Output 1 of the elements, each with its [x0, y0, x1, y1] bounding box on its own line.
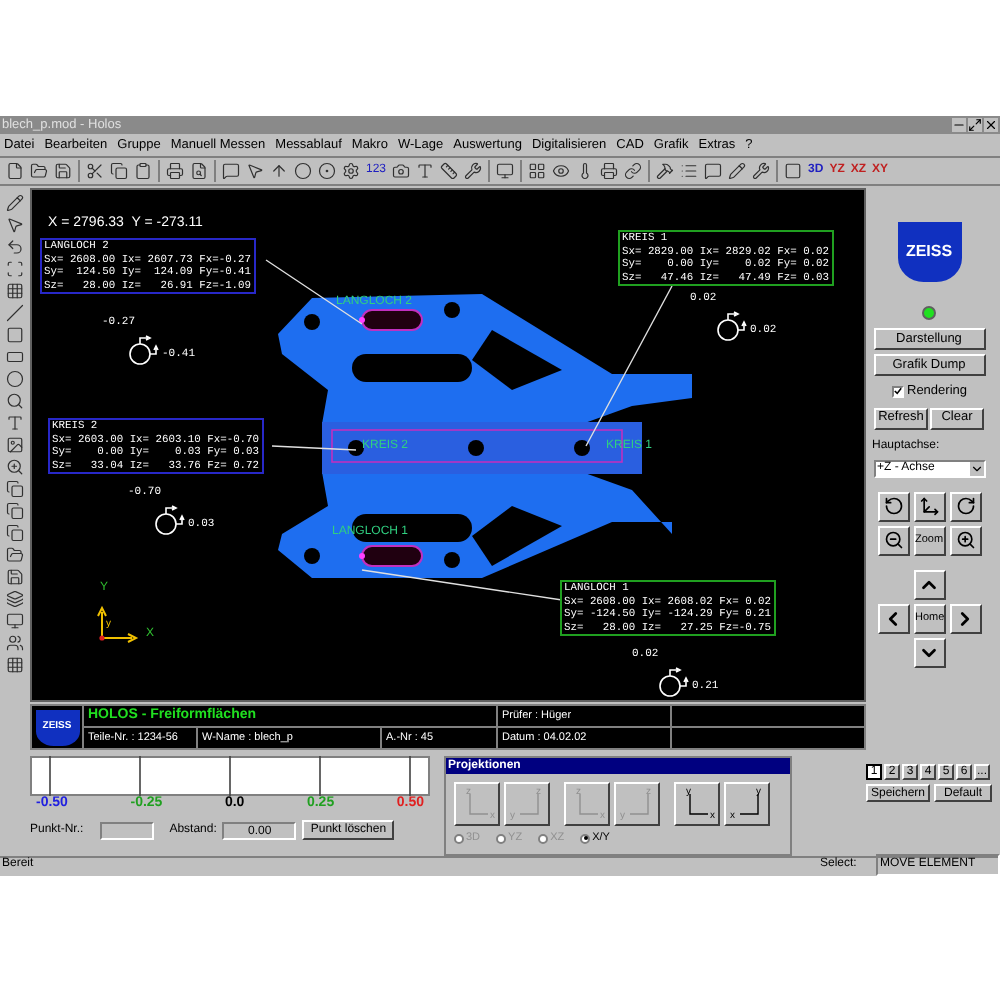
zeiss-logo: ZEISS: [897, 222, 961, 282]
